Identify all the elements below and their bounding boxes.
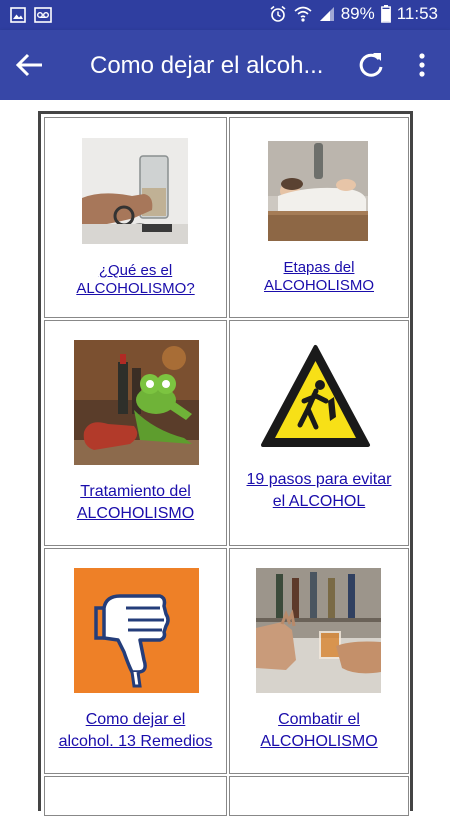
grid-item-label-line1[interactable]: Etapas del [230,259,408,276]
grid-item-label-line1[interactable]: Combatir el [230,711,408,729]
warning-drunk-sign-image [258,341,373,456]
grid-item-label-line2[interactable]: ALCOHOLISMO? [45,280,226,297]
wifi-icon [294,6,312,22]
menu-grid: ¿Qué es el ALCOHOLISMO? Etapas del ALCOH… [38,111,413,816]
voicemail-notification-icon [34,7,52,23]
system-indicators: 89% 11:53 [269,4,438,24]
grid-item-label-line1[interactable]: Tratamiento del [45,483,226,501]
drunk-person-table-image [268,141,368,241]
page-title: Como dejar el alcoh... [90,52,324,79]
more-vert-icon[interactable] [410,50,434,80]
grid-item-label-line1[interactable]: ¿Qué es el [45,262,226,279]
arrow-back-icon[interactable] [14,51,46,79]
status-bar: 89% 11:53 [0,0,450,30]
grid-item-19-pasos[interactable]: 19 pasos para evitar el ALCOHOL [229,320,409,546]
grid-item-como-dejar[interactable]: Como dejar el alcohol. 13 Remedios [44,548,227,774]
battery-icon [380,5,391,23]
grid-item-tratamiento[interactable]: Tratamiento del ALCOHOLISMO [44,320,227,546]
alarm-icon [270,5,286,22]
app-bar: Como dejar el alcoh... [0,30,450,100]
battery-percent: 89% [340,4,375,23]
grid-item-combatir[interactable]: Combatir el ALCOHOLISMO [229,548,409,774]
refusing-drink-image [256,568,381,693]
gallery-notification-icon [10,7,26,23]
grid-item-label-line2[interactable]: alcohol. 13 Remedios [45,733,226,751]
grid-item-label-line1[interactable]: Como dejar el [45,711,226,729]
grid-item-partial-left[interactable] [44,776,227,816]
grid-item-etapas[interactable]: Etapas del ALCOHOLISMO [229,117,409,318]
notification-icons [10,7,52,23]
handcuffed-hand-glass-image [82,138,188,244]
frog-with-bottles-image [74,340,199,465]
refresh-icon[interactable] [356,50,386,80]
grid-item-label-line2[interactable]: el ALCOHOL [230,493,408,511]
grid-item-que-es[interactable]: ¿Qué es el ALCOHOLISMO? [44,117,227,318]
grid-item-partial-right[interactable] [229,776,409,816]
grid-item-label-line2[interactable]: ALCOHOLISMO [45,505,226,523]
thumbs-down-bottle-image [74,568,199,693]
signal-icon [319,7,334,21]
clock: 11:53 [396,4,438,23]
grid-item-label-line2[interactable]: ALCOHOLISMO [230,733,408,751]
grid-item-label-line2[interactable]: ALCOHOLISMO [230,277,408,294]
grid-item-label-line1[interactable]: 19 pasos para evitar [230,471,408,489]
content-area: ¿Qué es el ALCOHOLISMO? Etapas del ALCOH… [0,100,450,816]
